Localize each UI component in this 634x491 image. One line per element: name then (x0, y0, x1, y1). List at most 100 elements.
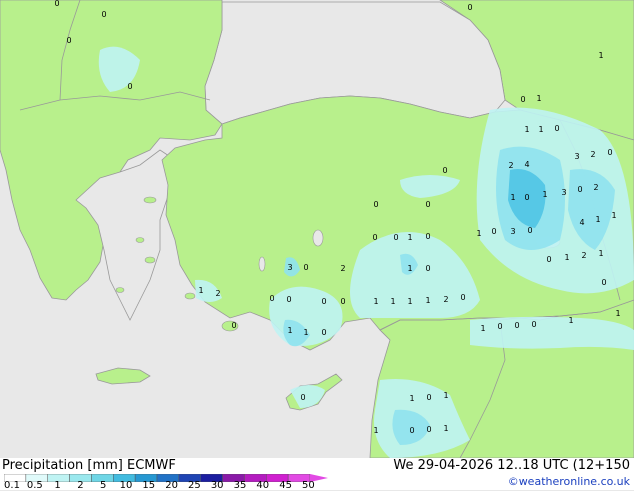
map-value-label: 0 (425, 232, 430, 241)
map-value-label: 0 (514, 321, 519, 330)
colorbar-tick-label: 5 (100, 480, 107, 491)
map-value-label: 1 (373, 426, 378, 435)
map-value-label: 1 (536, 94, 541, 103)
map-value-label: 1 (611, 211, 616, 220)
map-value-label: 1 (480, 324, 485, 333)
colorbar-tick-label: 40 (256, 480, 270, 491)
map-value-label: 4 (579, 218, 584, 227)
footer-bar: Precipitation [mm] ECMWF We 29-04-2026 1… (0, 458, 634, 491)
colorbar-tick-label: 0.1 (4, 480, 20, 491)
precipitation-map: 0000010111024320021013010010304100100121… (0, 0, 634, 459)
map-value-label: 1 (538, 125, 543, 134)
map-value-label: 0 (393, 233, 398, 242)
map-value-label: 0 (607, 148, 612, 157)
small-island-1 (184, 292, 196, 300)
colorbar-tick-label: 10 (119, 480, 133, 491)
map-value-label: 1 (390, 297, 395, 306)
map-value-label: 1 (407, 297, 412, 306)
map-value-label: 1 (407, 264, 412, 273)
map-value-label: 0 (527, 226, 532, 235)
colorbar-tick-label: 0.5 (26, 480, 43, 491)
lake-beysehir (258, 256, 266, 272)
colorbar-tick-label: 30 (210, 480, 224, 491)
map-value-label: 0 (127, 82, 132, 91)
map-value-label: 2 (581, 251, 586, 260)
map-value-label: 1 (443, 424, 448, 433)
map-value-label: 1 (598, 249, 603, 258)
map-value-label: 1 (476, 229, 481, 238)
map-value-label: 0 (286, 295, 291, 304)
map-value-label: 0 (372, 233, 377, 242)
map-value-label: 3 (561, 188, 566, 197)
map-value-label: 1 (564, 253, 569, 262)
map-value-label: 0 (531, 320, 536, 329)
map-value-label: 1 (407, 233, 412, 242)
colorbar-tick-label: 45 (279, 480, 292, 491)
map-value-label: 3 (510, 227, 515, 236)
map-value-label: 1 (568, 316, 573, 325)
credit-link[interactable]: ©weatheronline.co.uk (508, 475, 630, 488)
map-value-label: 0 (601, 278, 606, 287)
map-value-label: 0 (577, 185, 582, 194)
map-value-label: 1 (443, 391, 448, 400)
map-canvas: 0000010 11 1 02 43 2 00 21 0 1 3010 01 0 3 04 10 0 1 00 1 2 1… (0, 0, 634, 459)
map-value-label: 0 (426, 425, 431, 434)
map-value-label: 0 (491, 227, 496, 236)
map-value-label: 0 (303, 263, 308, 272)
small-island-2 (144, 256, 156, 264)
map-value-label: 1 (524, 125, 529, 134)
map-value-label: 2 (340, 264, 345, 273)
colorbar-tick-label: 25 (188, 480, 201, 491)
map-value-label: 2 (443, 295, 448, 304)
map-value-label: 1 (409, 394, 414, 403)
map-value-label: 0 (54, 0, 59, 8)
map-value-label: 0 (497, 322, 502, 331)
map-value-label: 2 (508, 161, 513, 170)
map-value-label: 1 (615, 309, 620, 318)
colorbar-tick-label: 20 (165, 480, 178, 491)
map-value-label: 0 (460, 293, 465, 302)
map-value-label: 0 (409, 426, 414, 435)
map-value-label: 0 (467, 3, 472, 12)
small-island-3 (135, 237, 145, 243)
small-island-4 (143, 196, 157, 204)
colorbar-tick-label: 1 (54, 480, 61, 491)
map-value-label: 3 (287, 263, 292, 272)
map-value-label: 0 (520, 95, 525, 104)
map-value-label: 1 (542, 190, 547, 199)
map-value-label: 1 (287, 326, 292, 335)
map-value-label: 0 (524, 193, 529, 202)
map-value-label: 1 (595, 215, 600, 224)
map-value-label: 0 (321, 297, 326, 306)
map-value-label: 2 (590, 150, 595, 159)
map-value-label: 0 (425, 264, 430, 273)
map-title: Precipitation [mm] ECMWF (2, 458, 176, 473)
map-value-label: 2 (593, 183, 598, 192)
map-value-label: 1 (303, 328, 308, 337)
colorbar-tick-label: 50 (302, 480, 315, 491)
map-value-label: 0 (340, 297, 345, 306)
map-value-label: 0 (101, 10, 106, 19)
map-value-label: 3 (574, 152, 579, 161)
colorbar-tick-label: 35 (233, 480, 247, 491)
colorbar-ticks: 0.1 0.5 1 2 5 10 15 20 25 30 35 40 45 50 (0, 480, 330, 491)
map-value-label: 2 (215, 289, 220, 298)
map-value-label: 0 (442, 166, 447, 175)
valid-time: We 29-04-2026 12..18 UTC (12+150 (393, 458, 630, 473)
map-value-label: 0 (231, 321, 236, 330)
map-value-label: 0 (554, 124, 559, 133)
map-value-label: 1 (198, 286, 203, 295)
map-value-label: 1 (510, 193, 515, 202)
map-value-label: 1 (373, 297, 378, 306)
map-value-label: 0 (300, 393, 305, 402)
map-value-label: 0 (269, 294, 274, 303)
map-value-label: 0 (66, 36, 71, 45)
map-value-label: 1 (425, 296, 430, 305)
map-value-label: 1 (598, 51, 603, 60)
map-value-label: 4 (524, 160, 529, 169)
small-island-5 (115, 287, 125, 293)
map-value-label: 0 (426, 393, 431, 402)
colorbar-tick-label: 2 (77, 480, 84, 491)
lake-tuz (312, 229, 324, 247)
map-value-label: 0 (321, 328, 326, 337)
